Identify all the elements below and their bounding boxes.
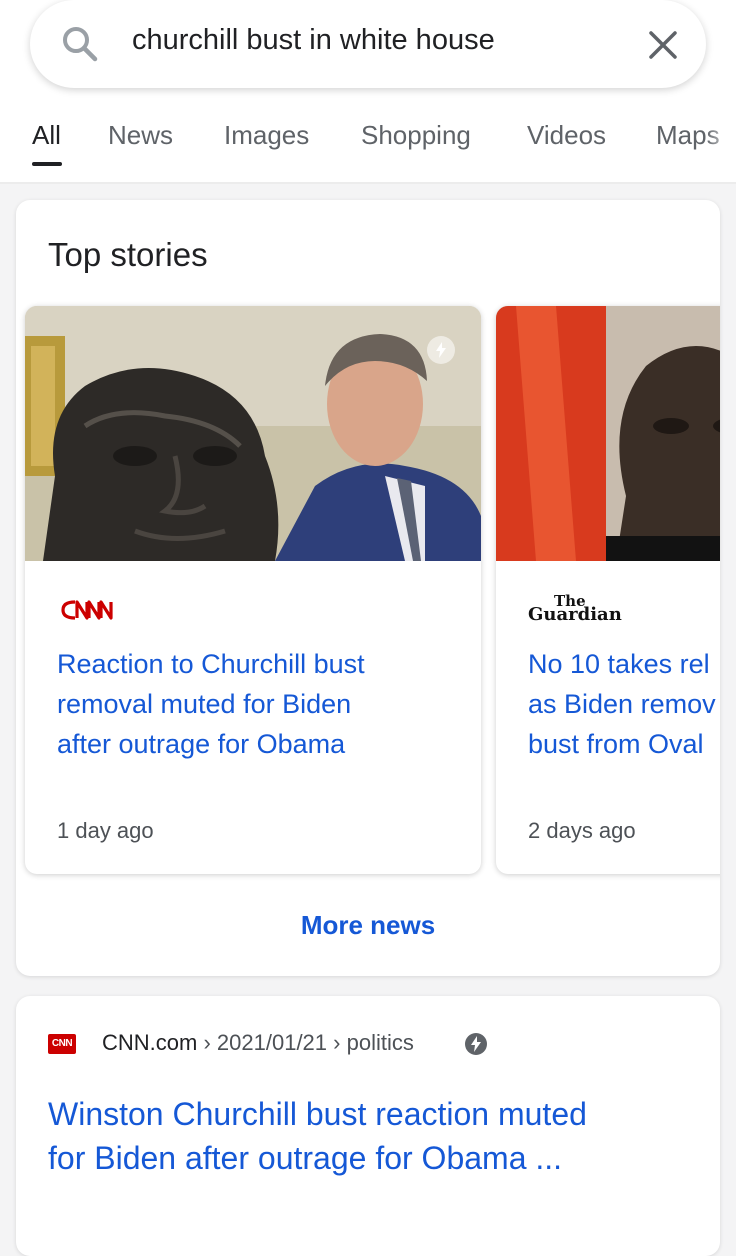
divider	[0, 182, 736, 184]
guardian-logo: The Guardian	[528, 592, 622, 625]
top-stories-title: Top stories	[48, 236, 208, 273]
story-time: 1 day ago	[57, 818, 154, 843]
search-input[interactable]: churchill bust in white house	[132, 24, 495, 57]
tab-news[interactable]: News	[108, 120, 173, 151]
header: churchill bust in white house All News I…	[0, 0, 736, 184]
amp-icon	[427, 336, 455, 364]
story-card[interactable]: Reaction to Churchill bust removal muted…	[25, 306, 481, 874]
amp-icon	[465, 1033, 487, 1055]
result-site: CNN.com	[102, 1030, 198, 1055]
more-news-link[interactable]: More news	[16, 910, 720, 941]
top-stories-card: Top stories Reaction to Churchill bust r…	[16, 200, 720, 976]
breadcrumb-separator: ›	[333, 1030, 347, 1055]
result-date: 2021/01/21	[216, 1030, 328, 1055]
story-headline[interactable]: No 10 takes rel as Biden remov bust from…	[528, 644, 720, 764]
result-breadcrumb: CNN.com › 2021/01/21 › politics	[102, 1030, 414, 1056]
story-card[interactable]: The Guardian No 10 takes rel as Biden re…	[496, 306, 720, 874]
search-icon[interactable]	[58, 22, 102, 66]
tab-videos[interactable]: Videos	[527, 120, 606, 151]
result-section: politics	[346, 1030, 414, 1055]
close-icon[interactable]	[640, 22, 686, 68]
breadcrumb-separator: ›	[203, 1030, 217, 1055]
cnn-favicon: CNN	[48, 1034, 76, 1054]
story-headline[interactable]: Reaction to Churchill bust removal muted…	[57, 644, 481, 764]
story-image	[25, 306, 481, 561]
search-result[interactable]: CNN CNN.com › 2021/01/21 › politics Wins…	[16, 996, 720, 1256]
cnn-logo	[61, 600, 113, 620]
story-time: 2 days ago	[528, 818, 636, 843]
tab-all[interactable]: All	[32, 120, 61, 151]
tab-images[interactable]: Images	[224, 120, 309, 151]
tab-shopping[interactable]: Shopping	[361, 120, 471, 151]
active-tab-indicator	[32, 162, 62, 166]
search-bar[interactable]: churchill bust in white house	[30, 0, 706, 88]
story-image	[496, 306, 720, 561]
tabs-fade	[706, 110, 736, 170]
result-title[interactable]: Winston Churchill bust reaction muted fo…	[48, 1092, 698, 1180]
search-tabs: All News Images Shopping Videos Maps	[0, 110, 736, 184]
